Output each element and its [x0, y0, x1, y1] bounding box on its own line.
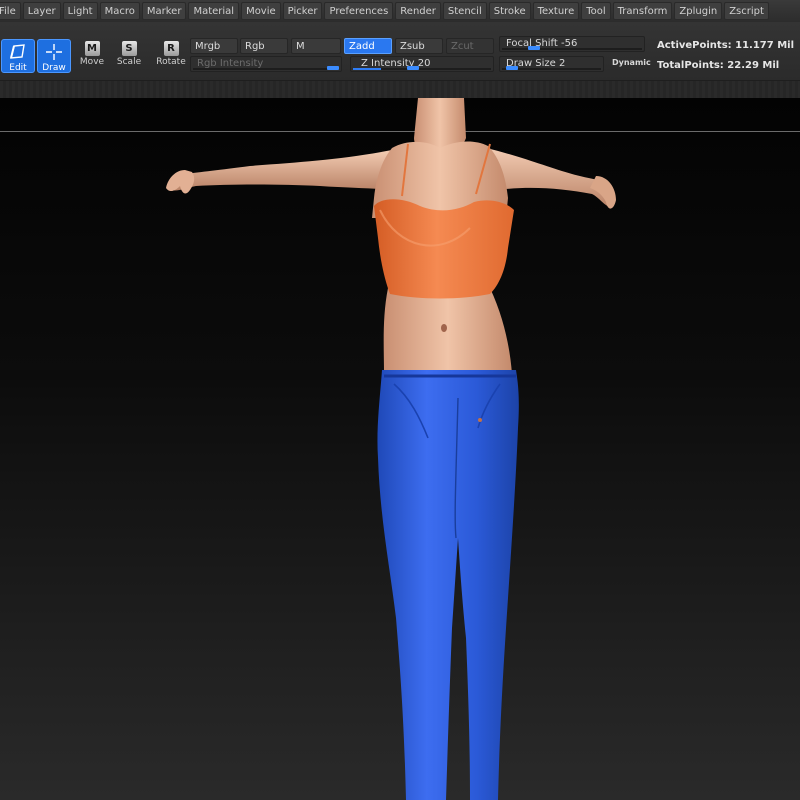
draw-size-slider[interactable]: Draw Size 2 [499, 56, 604, 72]
viewport-canvas[interactable] [0, 98, 800, 800]
zadd-button[interactable]: Zadd [344, 38, 392, 54]
mrgb-button[interactable]: Mrgb [190, 38, 238, 54]
dynamic-toggle[interactable]: Dynamic [612, 58, 651, 67]
z-intensity-slider[interactable]: Z Intensity 20 [350, 56, 494, 72]
menu-item-layer[interactable]: Layer [22, 2, 61, 20]
edit-icon [2, 42, 34, 62]
zsub-button[interactable]: Zsub [395, 38, 443, 54]
menu-item-stencil[interactable]: Stencil [442, 2, 487, 20]
menu-item-movie[interactable]: Movie [241, 2, 281, 20]
zcut-button[interactable]: Zcut [446, 38, 494, 54]
rotate-button[interactable]: R Rotate [153, 39, 189, 73]
menu-item-marker[interactable]: Marker [141, 2, 187, 20]
crop-top [374, 199, 514, 299]
jeans [377, 370, 519, 800]
edit-button[interactable]: Edit [1, 39, 35, 73]
scale-label: Scale [116, 57, 142, 67]
menu-item-light[interactable]: Light [62, 2, 98, 20]
menu-item-texture[interactable]: Texture [532, 2, 580, 20]
draw-icon [38, 42, 70, 62]
midriff [383, 288, 512, 374]
rotate-label: Rotate [156, 57, 186, 67]
move-label: Move [79, 57, 105, 67]
scale-button[interactable]: S Scale [112, 39, 146, 73]
edit-label: Edit [9, 63, 27, 73]
menu-item-stroke[interactable]: Stroke [488, 2, 531, 20]
character-model [166, 98, 616, 800]
menu-item-preferences[interactable]: Preferences [324, 2, 394, 20]
rotate-icon: R [163, 41, 179, 56]
menu-item-picker[interactable]: Picker [282, 2, 323, 20]
top-toolbar: Edit Draw M Move S Scale R Rotate Mrgb R… [0, 22, 800, 80]
draw-button[interactable]: Draw [37, 39, 71, 73]
menu-item-zplugin[interactable]: Zplugin [674, 2, 723, 20]
rgb-intensity-thumb[interactable] [327, 66, 339, 70]
move-button[interactable]: M Move [75, 39, 109, 73]
rgb-button[interactable]: Rgb [240, 38, 288, 54]
active-points-readout: ActivePoints: 11.177 Mil [657, 40, 795, 51]
toolbar-divider [0, 80, 800, 100]
menu-item-transform[interactable]: Transform [612, 2, 673, 20]
menu-item-zscript[interactable]: Zscript [724, 2, 769, 20]
rgb-intensity-slider[interactable]: Rgb Intensity [190, 56, 342, 72]
left-arm [169, 150, 392, 191]
m-button[interactable]: M [291, 38, 341, 54]
total-points-readout: TotalPoints: 22.29 Mil [657, 60, 780, 71]
left-hand [166, 170, 195, 194]
draw-size-thumb[interactable] [506, 66, 518, 70]
z-intensity-thumb[interactable] [407, 66, 419, 70]
focal-shift-slider[interactable]: Focal Shift -56 [499, 36, 645, 52]
menu-item-macro[interactable]: Macro [99, 2, 140, 20]
menu-item-material[interactable]: Material [188, 2, 240, 20]
menu-bar: File Layer Light Macro Marker Material Movie Pi… [0, 0, 800, 23]
scale-icon: S [121, 41, 137, 56]
draw-label: Draw [42, 63, 66, 73]
menu-item-render[interactable]: Render [395, 2, 441, 20]
menu-item-file[interactable]: File [0, 2, 21, 20]
menu-item-tool[interactable]: Tool [581, 2, 611, 20]
focal-shift-thumb[interactable] [528, 46, 540, 50]
move-icon: M [84, 41, 100, 56]
